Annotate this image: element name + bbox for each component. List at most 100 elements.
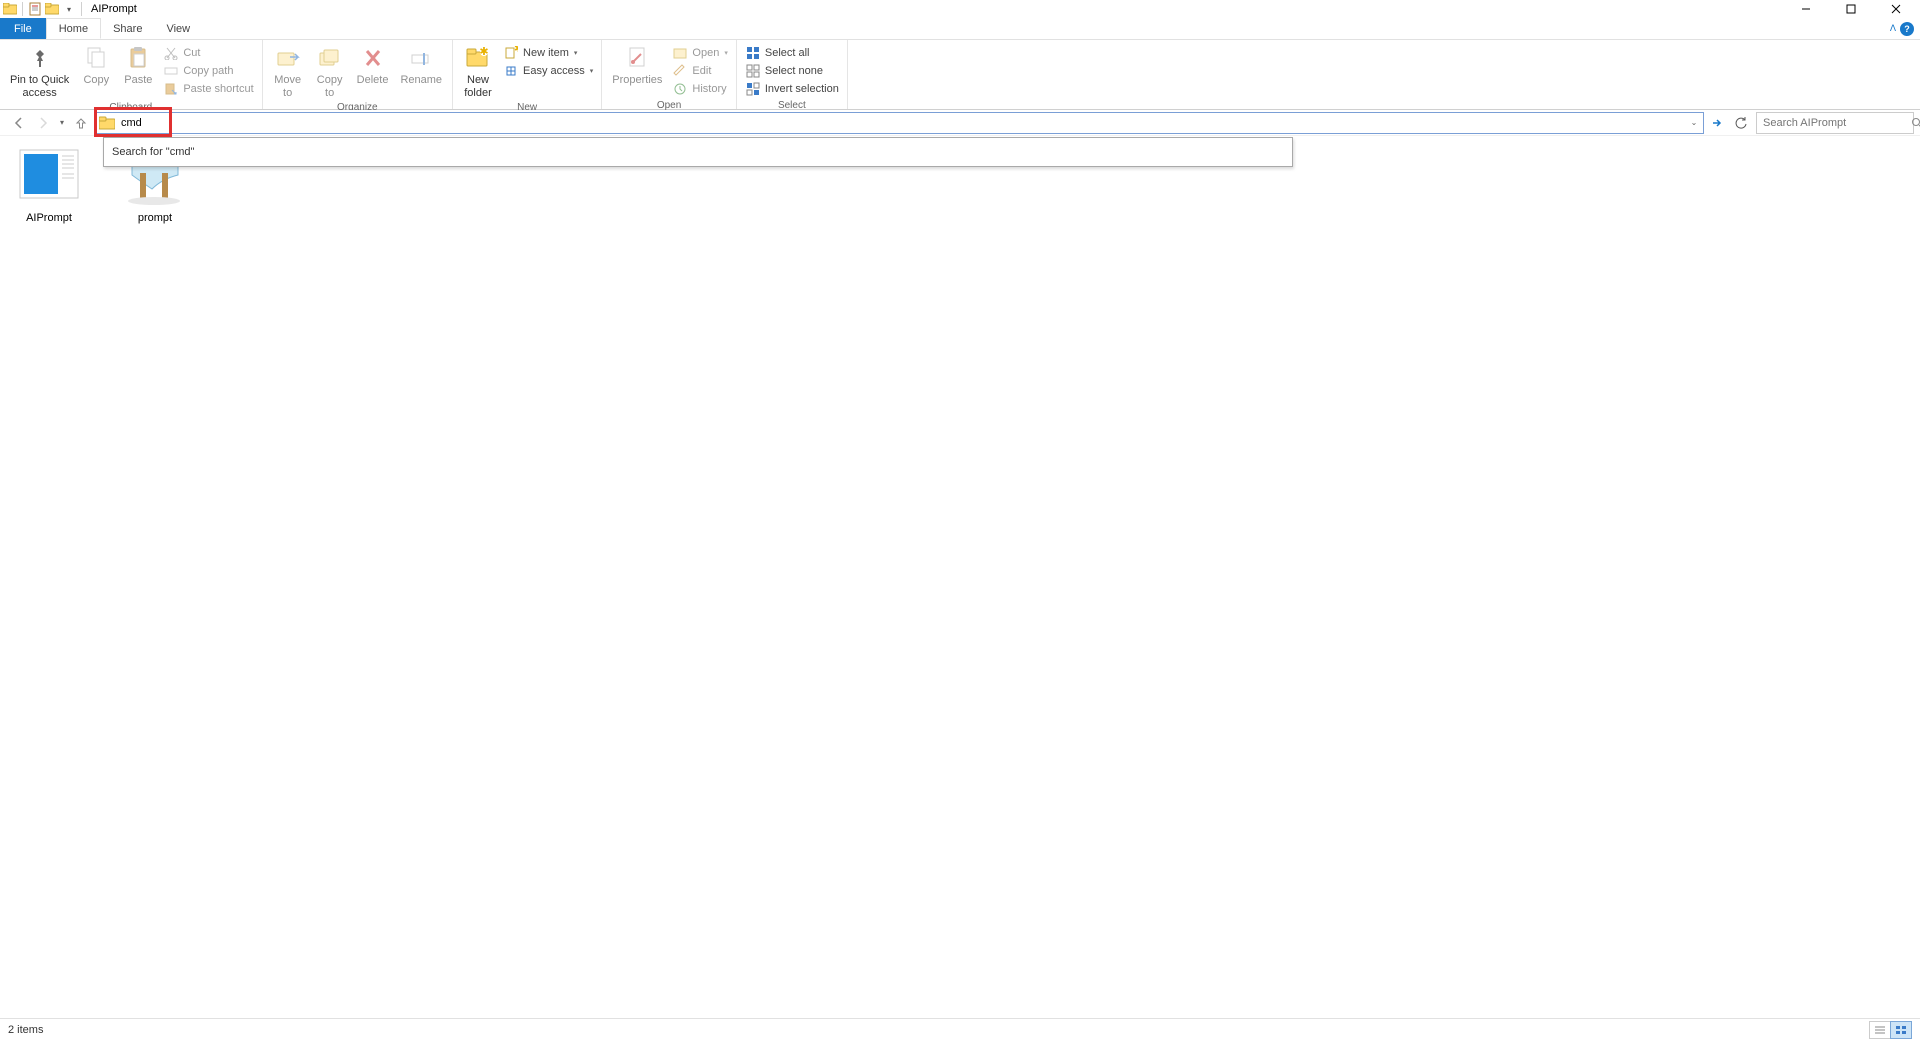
tab-view[interactable]: View [154, 18, 202, 39]
status-item-count: 2 items [8, 1024, 43, 1036]
paste-shortcut-button[interactable]: Paste shortcut [163, 80, 253, 97]
search-box[interactable] [1756, 112, 1914, 134]
rename-icon [406, 44, 436, 72]
minimize-button[interactable] [1783, 0, 1828, 18]
paste-shortcut-icon [163, 81, 179, 97]
large-icons-view-button[interactable] [1890, 1021, 1912, 1039]
select-all-button[interactable]: Select all [745, 44, 839, 61]
details-view-button[interactable] [1869, 1021, 1891, 1039]
easy-access-button[interactable]: Easy access ▾ [503, 62, 593, 79]
new-folder-qat-icon[interactable] [44, 1, 60, 17]
help-icon[interactable]: ? [1900, 22, 1914, 36]
search-input[interactable] [1757, 117, 1911, 129]
qat-separator [22, 2, 23, 16]
rename-label: Rename [400, 74, 442, 87]
file-thumbnail-icon [13, 144, 85, 208]
delete-label: Delete [357, 74, 389, 87]
close-button[interactable] [1873, 0, 1918, 18]
history-button[interactable]: History [672, 80, 727, 97]
go-button[interactable] [1706, 112, 1728, 134]
properties-label: Properties [612, 74, 662, 87]
ribbon-group-select: Select all Select none Invert selection … [737, 40, 848, 109]
folder-content[interactable]: AIPrompt prompt [0, 136, 1920, 1018]
ribbon-group-open: Properties Open ▾ Edit History Open [602, 40, 737, 109]
invert-selection-button[interactable]: Invert selection [745, 80, 839, 97]
copy-to-button[interactable]: Copy to [309, 42, 351, 101]
delete-button[interactable]: Delete [351, 42, 395, 89]
maximize-button[interactable] [1828, 0, 1873, 18]
qat-dropdown-icon[interactable]: ▾ [61, 1, 77, 17]
recent-locations-button[interactable]: ▾ [56, 112, 68, 134]
address-suggestion-search[interactable]: Search for "cmd" [104, 138, 1292, 166]
chevron-down-icon: ▾ [590, 67, 594, 75]
properties-button[interactable]: Properties [606, 42, 668, 89]
delete-icon [358, 44, 388, 72]
edit-icon [672, 63, 688, 79]
ribbon-tabs: File Home Share View ᐱ ? [0, 18, 1920, 40]
ribbon-expand-icon[interactable]: ᐱ [1890, 23, 1896, 34]
copy-path-label: Copy path [183, 65, 233, 77]
new-folder-icon: ✱ [463, 44, 493, 72]
svg-text:✱: ✱ [514, 46, 518, 55]
window-controls [1783, 0, 1918, 18]
pin-icon [25, 44, 55, 72]
tab-home[interactable]: Home [46, 18, 101, 39]
copy-to-label: Copy to [317, 74, 343, 99]
invert-selection-label: Invert selection [765, 83, 839, 95]
navigation-bar: ▾ ⌄ Search for "cmd" [0, 110, 1920, 136]
move-to-label: Move to [274, 74, 301, 99]
history-label: History [692, 83, 726, 95]
refresh-button[interactable] [1730, 112, 1752, 134]
address-bar[interactable]: ⌄ [94, 112, 1704, 134]
properties-icon[interactable] [27, 1, 43, 17]
tab-file[interactable]: File [0, 18, 46, 39]
new-item-icon: ✱ [503, 45, 519, 61]
new-item-label: New item [523, 47, 569, 59]
address-input[interactable] [117, 114, 1685, 132]
copy-button[interactable]: Copy [75, 42, 117, 89]
search-icon[interactable] [1911, 117, 1920, 129]
cut-icon [163, 45, 179, 61]
forward-button[interactable] [32, 112, 54, 134]
item-name: AIPrompt [26, 212, 72, 224]
copy-label: Copy [83, 74, 109, 87]
copy-path-button[interactable]: Copy path [163, 62, 253, 79]
invert-selection-icon [745, 81, 761, 97]
select-none-icon [745, 63, 761, 79]
open-icon [672, 45, 688, 61]
view-toggles [1870, 1021, 1912, 1039]
chevron-down-icon: ▾ [574, 49, 578, 57]
open-button[interactable]: Open ▾ [672, 44, 727, 61]
move-to-button[interactable]: Move to [267, 42, 309, 101]
up-button[interactable] [70, 112, 92, 134]
paste-shortcut-label: Paste shortcut [183, 83, 253, 95]
ribbon-group-clipboard: Pin to Quick access Copy Paste Cut Copy … [0, 40, 263, 109]
cut-button[interactable]: Cut [163, 44, 253, 61]
paste-button[interactable]: Paste [117, 42, 159, 89]
back-button[interactable] [8, 112, 30, 134]
chevron-down-icon: ▾ [724, 49, 728, 57]
move-to-icon [273, 44, 303, 72]
select-all-icon [745, 45, 761, 61]
window-title: AIPrompt [91, 3, 137, 15]
tab-share[interactable]: Share [101, 18, 154, 39]
new-item-button[interactable]: ✱ New item ▾ [503, 44, 593, 61]
easy-access-label: Easy access [523, 65, 585, 77]
cut-label: Cut [183, 47, 200, 59]
edit-button[interactable]: Edit [672, 62, 727, 79]
item-name: prompt [138, 212, 172, 224]
title-bar: ▾ AIPrompt [0, 0, 1920, 18]
copy-to-icon [315, 44, 345, 72]
ribbon: Pin to Quick access Copy Paste Cut Copy … [0, 40, 1920, 110]
list-item[interactable]: AIPrompt [10, 144, 88, 224]
qat-separator-2 [81, 2, 82, 16]
history-icon [672, 81, 688, 97]
paste-label: Paste [124, 74, 152, 87]
rename-button[interactable]: Rename [394, 42, 448, 89]
address-folder-icon [97, 113, 117, 133]
new-folder-button[interactable]: ✱ New folder [457, 42, 499, 101]
address-dropdown-icon[interactable]: ⌄ [1685, 118, 1703, 127]
open-label: Open [692, 47, 719, 59]
select-none-button[interactable]: Select none [745, 62, 839, 79]
pin-to-quick-access-button[interactable]: Pin to Quick access [4, 42, 75, 101]
